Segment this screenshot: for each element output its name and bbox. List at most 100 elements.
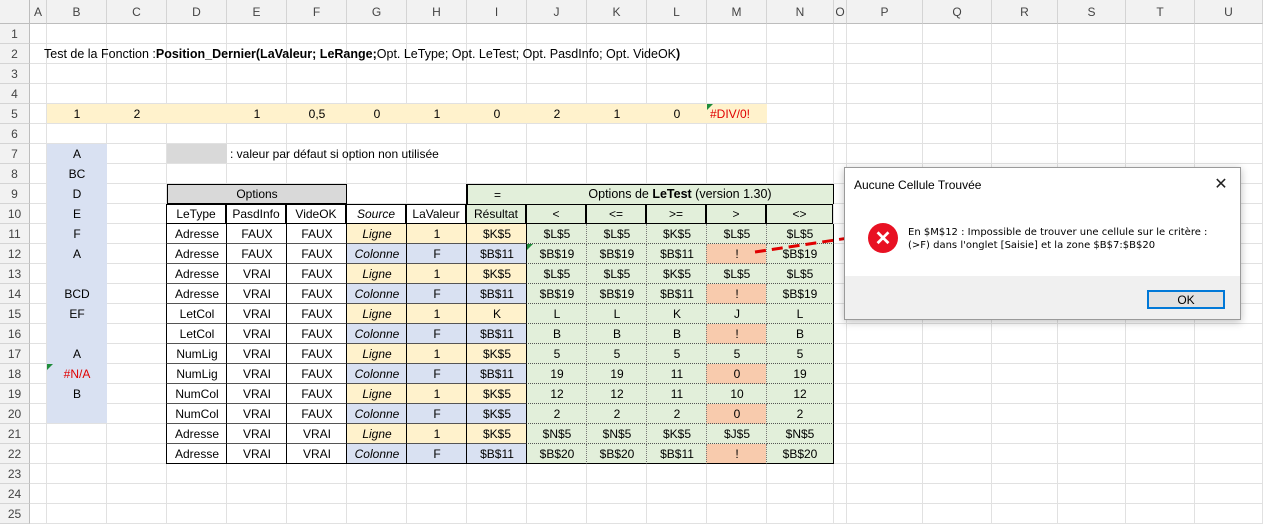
close-icon[interactable]: ✕ [1210, 173, 1232, 195]
table-cell-lt[interactable]: $L$5 [526, 264, 587, 284]
row-header-20[interactable]: 20 [0, 404, 30, 424]
row-header-21[interactable]: 21 [0, 424, 30, 444]
table-cell-lt[interactable]: $N$5 [526, 424, 587, 444]
table-cell-resultat[interactable]: $K$5 [466, 404, 527, 424]
table-cell-le[interactable]: $B$19 [586, 284, 647, 304]
column-header-l[interactable]: L [647, 0, 707, 24]
row5-cell[interactable]: 1 [587, 104, 647, 123]
title-cell[interactable]: Test de la Fonction : Position_Dernier(L… [41, 44, 801, 64]
row-header-4[interactable]: 4 [0, 84, 30, 104]
row-header-13[interactable]: 13 [0, 264, 30, 284]
list-cell[interactable]: A [47, 344, 107, 364]
table-cell-gt[interactable]: $L$5 [706, 264, 767, 284]
list-cell[interactable]: D [47, 184, 107, 204]
table-cell-pasdinfo[interactable]: VRAI [226, 264, 287, 284]
table-cell-ne[interactable]: 19 [766, 364, 834, 384]
table-cell-pasdinfo[interactable]: VRAI [226, 304, 287, 324]
column-header-m[interactable]: M [707, 0, 767, 24]
table-cell-videok[interactable]: FAUX [286, 284, 347, 304]
table-cell-gt[interactable]: ! [706, 444, 767, 464]
table-cell-lavaleur[interactable]: 1 [406, 424, 467, 444]
table-cell-source[interactable]: Ligne [346, 224, 407, 244]
table-cell-resultat[interactable]: $K$5 [466, 424, 527, 444]
table-cell-lavaleur[interactable]: 1 [406, 384, 467, 404]
row-header-9[interactable]: 9 [0, 184, 30, 204]
row-header-7[interactable]: 7 [0, 144, 30, 164]
table-cell-ge[interactable]: $B$11 [646, 444, 707, 464]
table-cell-source[interactable]: Colonne [346, 284, 407, 304]
row-header-16[interactable]: 16 [0, 324, 30, 344]
table-cell-ge[interactable]: $B$11 [646, 244, 707, 264]
list-cell[interactable]: #N/A [47, 364, 107, 384]
table-cell-ge[interactable]: 2 [646, 404, 707, 424]
header-lt[interactable]: < [526, 204, 586, 224]
row-header-2[interactable]: 2 [0, 44, 30, 64]
table-cell-pasdinfo[interactable]: VRAI [226, 384, 287, 404]
row-header-6[interactable]: 6 [0, 124, 30, 144]
row5-cell[interactable]: 2 [527, 104, 587, 123]
list-cell[interactable] [47, 264, 107, 284]
table-cell-ne[interactable]: $B$20 [766, 444, 834, 464]
row5-cell[interactable]: 0 [467, 104, 527, 123]
table-cell-pasdinfo[interactable]: VRAI [226, 284, 287, 304]
table-cell-letype[interactable]: NumLig [166, 344, 227, 364]
table-cell-gt[interactable]: ! [706, 324, 767, 344]
list-cell[interactable]: E [47, 204, 107, 224]
table-cell-letype[interactable]: Adresse [166, 284, 227, 304]
table-cell-lt[interactable]: $B$19 [526, 284, 587, 304]
table-cell-lt[interactable]: $B$19 [526, 244, 587, 264]
table-cell-videok[interactable]: FAUX [286, 364, 347, 384]
table-cell-letype[interactable]: LetCol [166, 304, 227, 324]
table-cell-ge[interactable]: K [646, 304, 707, 324]
column-header-i[interactable]: I [467, 0, 527, 24]
table-cell-letype[interactable]: NumLig [166, 364, 227, 384]
table-cell-videok[interactable]: FAUX [286, 404, 347, 424]
table-cell-pasdinfo[interactable]: VRAI [226, 404, 287, 424]
list-cell[interactable]: A [47, 144, 107, 164]
row-header-23[interactable]: 23 [0, 464, 30, 484]
row-header-18[interactable]: 18 [0, 364, 30, 384]
table-cell-lavaleur[interactable]: F [406, 324, 467, 344]
table-cell-lt[interactable]: 2 [526, 404, 587, 424]
table-cell-lavaleur[interactable]: 1 [406, 224, 467, 244]
table-cell-letype[interactable]: NumCol [166, 384, 227, 404]
column-header-p[interactable]: P [847, 0, 923, 24]
table-cell-resultat[interactable]: $B$11 [466, 284, 527, 304]
table-cell-videok[interactable]: VRAI [286, 424, 347, 444]
table-cell-gt[interactable]: ! [706, 244, 767, 264]
table-cell-pasdinfo[interactable]: FAUX [226, 224, 287, 244]
table-cell-ne[interactable]: 2 [766, 404, 834, 424]
row-header-19[interactable]: 19 [0, 384, 30, 404]
row-header-15[interactable]: 15 [0, 304, 30, 324]
table-cell-resultat[interactable]: $K$5 [466, 224, 527, 244]
column-header-o[interactable]: O [834, 0, 847, 24]
table-cell-le[interactable]: $B$19 [586, 244, 647, 264]
column-header-j[interactable]: J [527, 0, 587, 24]
column-header-f[interactable]: F [287, 0, 347, 24]
table-cell-pasdinfo[interactable]: VRAI [226, 424, 287, 444]
table-cell-source[interactable]: Colonne [346, 364, 407, 384]
column-header-n[interactable]: N [767, 0, 834, 24]
table-cell-pasdinfo[interactable]: FAUX [226, 244, 287, 264]
table-cell-videok[interactable]: FAUX [286, 244, 347, 264]
column-header-g[interactable]: G [347, 0, 407, 24]
table-cell-ne[interactable]: $L$5 [766, 224, 834, 244]
table-cell-gt[interactable]: 0 [706, 404, 767, 424]
table-cell-source[interactable]: Colonne [346, 244, 407, 264]
table-cell-pasdinfo[interactable]: VRAI [226, 364, 287, 384]
row5-cell[interactable]: 0,5 [287, 104, 347, 123]
table-cell-le[interactable]: L [586, 304, 647, 324]
table-cell-ne[interactable]: B [766, 324, 834, 344]
table-cell-ge[interactable]: 11 [646, 384, 707, 404]
list-cell[interactable]: A [47, 244, 107, 264]
column-header-k[interactable]: K [587, 0, 647, 24]
header-le[interactable]: <= [586, 204, 646, 224]
table-cell-source[interactable]: Ligne [346, 264, 407, 284]
list-cell[interactable]: BC [47, 164, 107, 184]
table-cell-pasdinfo[interactable]: VRAI [226, 444, 287, 464]
table-cell-ge[interactable]: $K$5 [646, 224, 707, 244]
table-cell-resultat[interactable]: $B$11 [466, 364, 527, 384]
row-header-17[interactable]: 17 [0, 344, 30, 364]
table-cell-source[interactable]: Ligne [346, 384, 407, 404]
header-pasdinfo[interactable]: PasdInfo [226, 204, 286, 224]
